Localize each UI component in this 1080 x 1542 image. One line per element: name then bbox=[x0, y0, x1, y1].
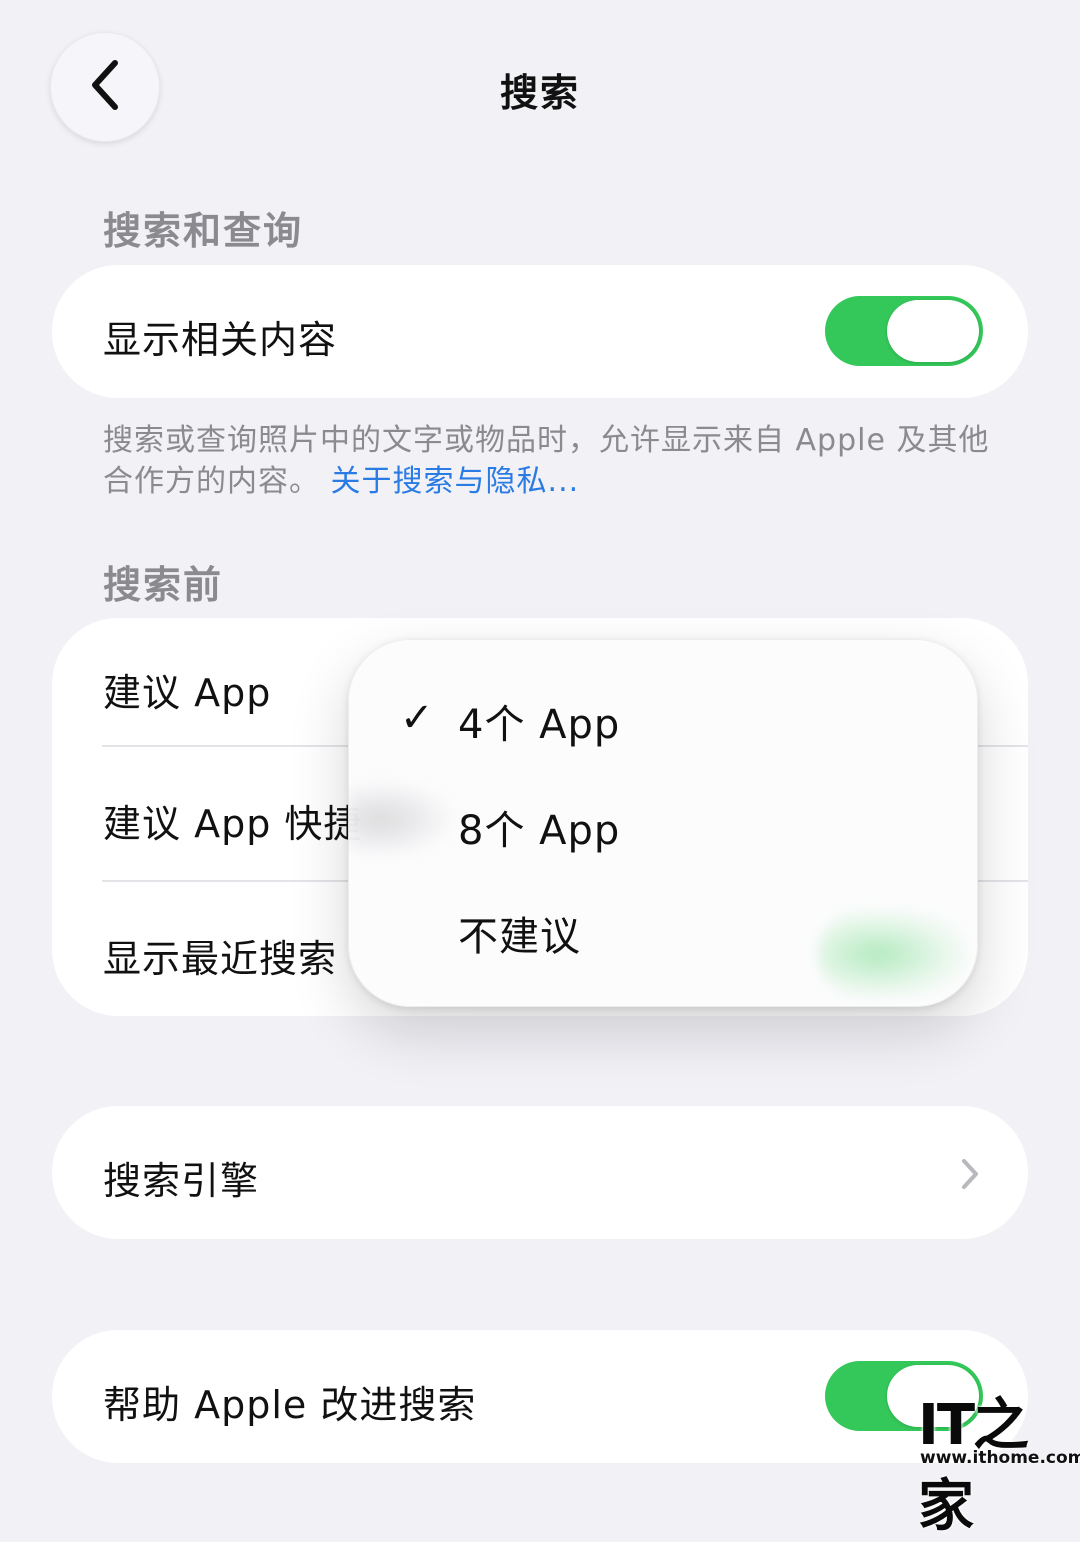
watermark-url: www.ithome.com bbox=[920, 1448, 1080, 1468]
page-title: 搜索 bbox=[499, 71, 580, 115]
privacy-link[interactable]: 关于搜索与隐私... bbox=[331, 464, 580, 499]
show-recent-searches-row[interactable]: 显示最近搜索 bbox=[103, 928, 337, 983]
show-related-toggle[interactable] bbox=[825, 296, 983, 366]
section-header-search-and-query: 搜索和查询 bbox=[103, 209, 304, 253]
show-related-row[interactable]: 显示相关内容 bbox=[52, 265, 1028, 398]
search-privacy-footer: 搜索或查询照片中的文字或物品时，允许显示来自 Apple 及其他合作方的内容。 … bbox=[103, 420, 993, 502]
suggest-apps-popup-menu: ✓ 4个 App 8个 App 不建议 bbox=[348, 639, 978, 1007]
toggle-knob bbox=[887, 300, 979, 362]
ithome-watermark: IT之家 www.ithome.com bbox=[918, 1380, 1080, 1539]
show-related-label: 显示相关内容 bbox=[103, 318, 338, 362]
improve-search-row[interactable]: 帮助 Apple 改进搜索 bbox=[52, 1330, 1028, 1463]
checkmark-icon: ✓ bbox=[400, 695, 434, 741]
menu-item-label: 4个 App bbox=[458, 702, 621, 748]
menu-item-4-apps[interactable]: ✓ 4个 App bbox=[348, 667, 978, 773]
chevron-right-icon bbox=[960, 1158, 980, 1194]
suggest-app-shortcuts-row[interactable]: 建议 App 快捷 bbox=[103, 793, 362, 848]
menu-item-no-suggest[interactable]: 不建议 bbox=[348, 879, 978, 985]
improve-search-label: 帮助 Apple 改进搜索 bbox=[103, 1383, 477, 1427]
menu-item-label: 8个 App bbox=[458, 808, 621, 854]
search-engine-label: 搜索引擎 bbox=[103, 1159, 260, 1203]
search-engine-row[interactable]: 搜索引擎 bbox=[52, 1106, 1028, 1239]
suggest-apps-row[interactable]: 建议 App bbox=[103, 662, 271, 717]
menu-item-label: 不建议 bbox=[458, 914, 581, 960]
section-header-before-search: 搜索前 bbox=[103, 563, 224, 607]
menu-item-8-apps[interactable]: 8个 App bbox=[348, 773, 978, 879]
